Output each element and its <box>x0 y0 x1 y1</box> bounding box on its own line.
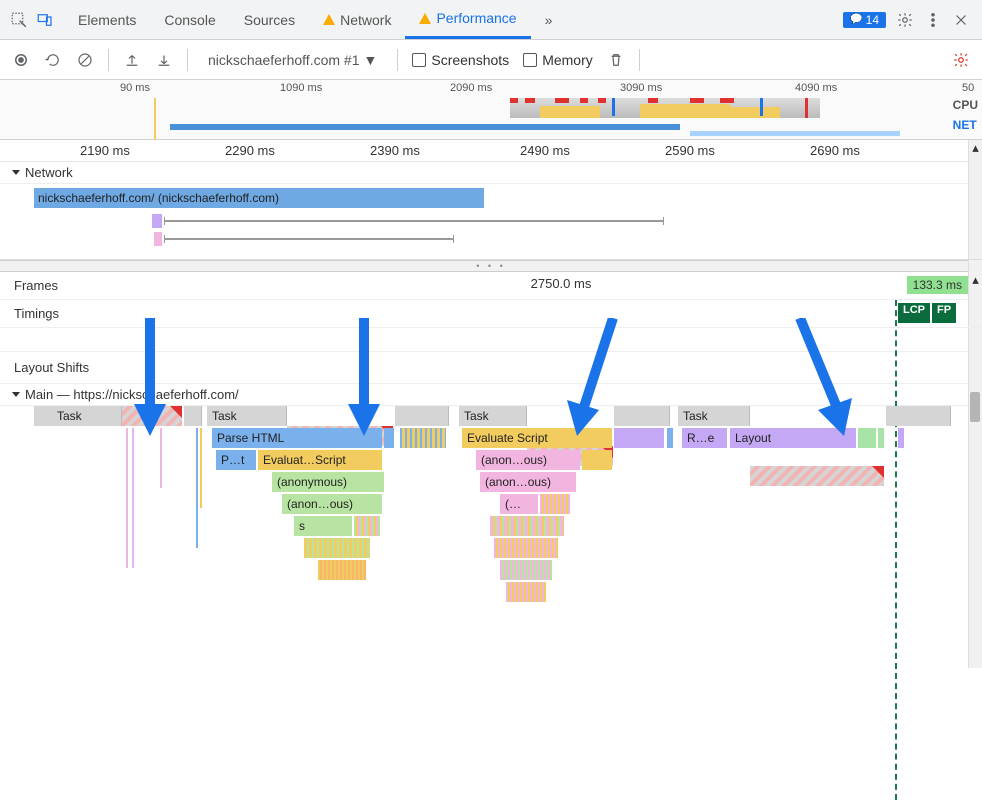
tab-performance[interactable]: Performance <box>405 0 530 39</box>
reload-icon[interactable] <box>44 51 62 69</box>
fn-bar[interactable]: s <box>294 516 352 536</box>
task-bar[interactable]: Task <box>678 406 750 426</box>
screenshots-checkbox[interactable]: Screenshots <box>412 52 509 68</box>
net-label: NET <box>953 118 978 138</box>
anon-fn-bar[interactable]: (anon…ous) <box>282 494 382 514</box>
devtools-tab-bar: Elements Console Sources Network Perform… <box>0 0 982 40</box>
upload-icon[interactable] <box>123 51 141 69</box>
capture-settings-icon[interactable] <box>952 51 970 69</box>
parse-html-bar[interactable]: Parse HTML <box>212 428 382 448</box>
task-bar[interactable]: Task <box>207 406 287 426</box>
anon-fn-bar[interactable]: (anon…ous) <box>480 472 576 492</box>
fp-marker[interactable]: FP <box>932 303 956 323</box>
evaluate-script-bar[interactable]: Evaluate Script <box>462 428 612 448</box>
layout-shifts-label: Layout Shifts <box>0 360 140 375</box>
overview-cpu <box>0 98 944 120</box>
issues-badge[interactable]: 14 <box>843 12 886 28</box>
performance-toolbar: nickschaeferhoff.com #1 ▼ Screenshots Me… <box>0 40 982 80</box>
kebab-icon[interactable] <box>924 11 942 29</box>
tab-console[interactable]: Console <box>150 0 229 39</box>
close-icon[interactable] <box>952 11 970 29</box>
task-bar[interactable]: Task <box>52 406 122 426</box>
request-whisker <box>164 220 664 222</box>
trash-icon[interactable] <box>607 51 625 69</box>
recalc-bar[interactable]: R…e <box>682 428 727 448</box>
overview-net <box>0 122 944 136</box>
frame-duration-center: 2750.0 ms <box>140 272 982 291</box>
tab-elements[interactable]: Elements <box>64 0 150 39</box>
frames-label: Frames <box>0 278 140 293</box>
memory-checkbox[interactable]: Memory <box>523 52 593 68</box>
network-request-bar[interactable]: nickschaeferhoff.com/ (nickschaeferhoff.… <box>34 188 484 208</box>
long-task-bar[interactable] <box>750 466 884 486</box>
anon-fn-bar[interactable]: (… <box>500 494 538 514</box>
scroll-up-icon[interactable]: ▴ <box>969 272 982 288</box>
main-thread-header[interactable]: Main — https://nickschaeferhoff.com/ <box>0 384 982 406</box>
anon-fn-bar[interactable]: (anonymous) <box>272 472 384 492</box>
chevron-down-icon: ▼ <box>364 52 378 68</box>
task-bar[interactable]: Task <box>459 406 527 426</box>
layout-shifts-row[interactable]: Layout Shifts <box>0 352 982 384</box>
timings-row[interactable]: Timings LCP FP <box>0 300 982 328</box>
inspect-controls <box>0 11 64 29</box>
record-icon[interactable] <box>12 51 30 69</box>
recording-selector[interactable]: nickschaeferhoff.com #1 ▼ <box>202 50 383 70</box>
tab-sources[interactable]: Sources <box>230 0 309 39</box>
paint-bar[interactable]: P…t <box>216 450 256 470</box>
tab-network[interactable]: Network <box>309 0 405 39</box>
frame-duration-right: 133.3 ms <box>907 276 968 294</box>
overview-timeline[interactable]: 90 ms 1090 ms 2090 ms 3090 ms 4090 ms 50… <box>0 80 982 140</box>
cpu-label: CPU <box>953 98 978 118</box>
inspect-element-icon[interactable] <box>10 11 28 29</box>
disclosure-icon <box>12 170 20 175</box>
device-toolbar-icon[interactable] <box>36 11 54 29</box>
overview-ruler: 90 ms 1090 ms 2090 ms 3090 ms 4090 ms 50 <box>0 80 982 98</box>
lcp-marker[interactable]: LCP <box>898 303 930 323</box>
flame-chart[interactable]: Task Task Task Task Parse HTML Evaluate … <box>0 406 982 656</box>
warning-icon <box>323 14 335 25</box>
disclosure-icon <box>12 392 20 397</box>
network-section-header[interactable]: Network <box>0 162 982 184</box>
main-ruler[interactable]: 2190 ms 2290 ms 2390 ms 2490 ms 2590 ms … <box>0 140 982 162</box>
long-task-bar[interactable] <box>122 406 182 426</box>
panel-tabs: Elements Console Sources Network Perform… <box>64 0 566 39</box>
layout-bar[interactable]: Layout <box>730 428 856 448</box>
tab-more[interactable]: » <box>531 0 567 39</box>
clear-icon[interactable] <box>76 51 94 69</box>
gear-icon[interactable] <box>896 11 914 29</box>
evaluate-script-bar[interactable]: Evaluat…Script <box>258 450 382 470</box>
pane-divider[interactable]: • • • <box>0 260 982 272</box>
tab-bar-right: 14 <box>831 11 982 29</box>
download-icon[interactable] <box>155 51 173 69</box>
network-lane[interactable]: nickschaeferhoff.com/ (nickschaeferhoff.… <box>0 184 982 260</box>
timings-label: Timings <box>0 306 140 321</box>
scroll-up-icon[interactable]: ▴ <box>969 140 982 156</box>
request-whisker <box>164 238 454 240</box>
warning-icon <box>419 13 431 24</box>
anon-fn-bar[interactable]: (anon…ous) <box>476 450 580 470</box>
frames-row[interactable]: Frames 2750.0 ms 133.3 ms ▴ <box>0 272 982 300</box>
